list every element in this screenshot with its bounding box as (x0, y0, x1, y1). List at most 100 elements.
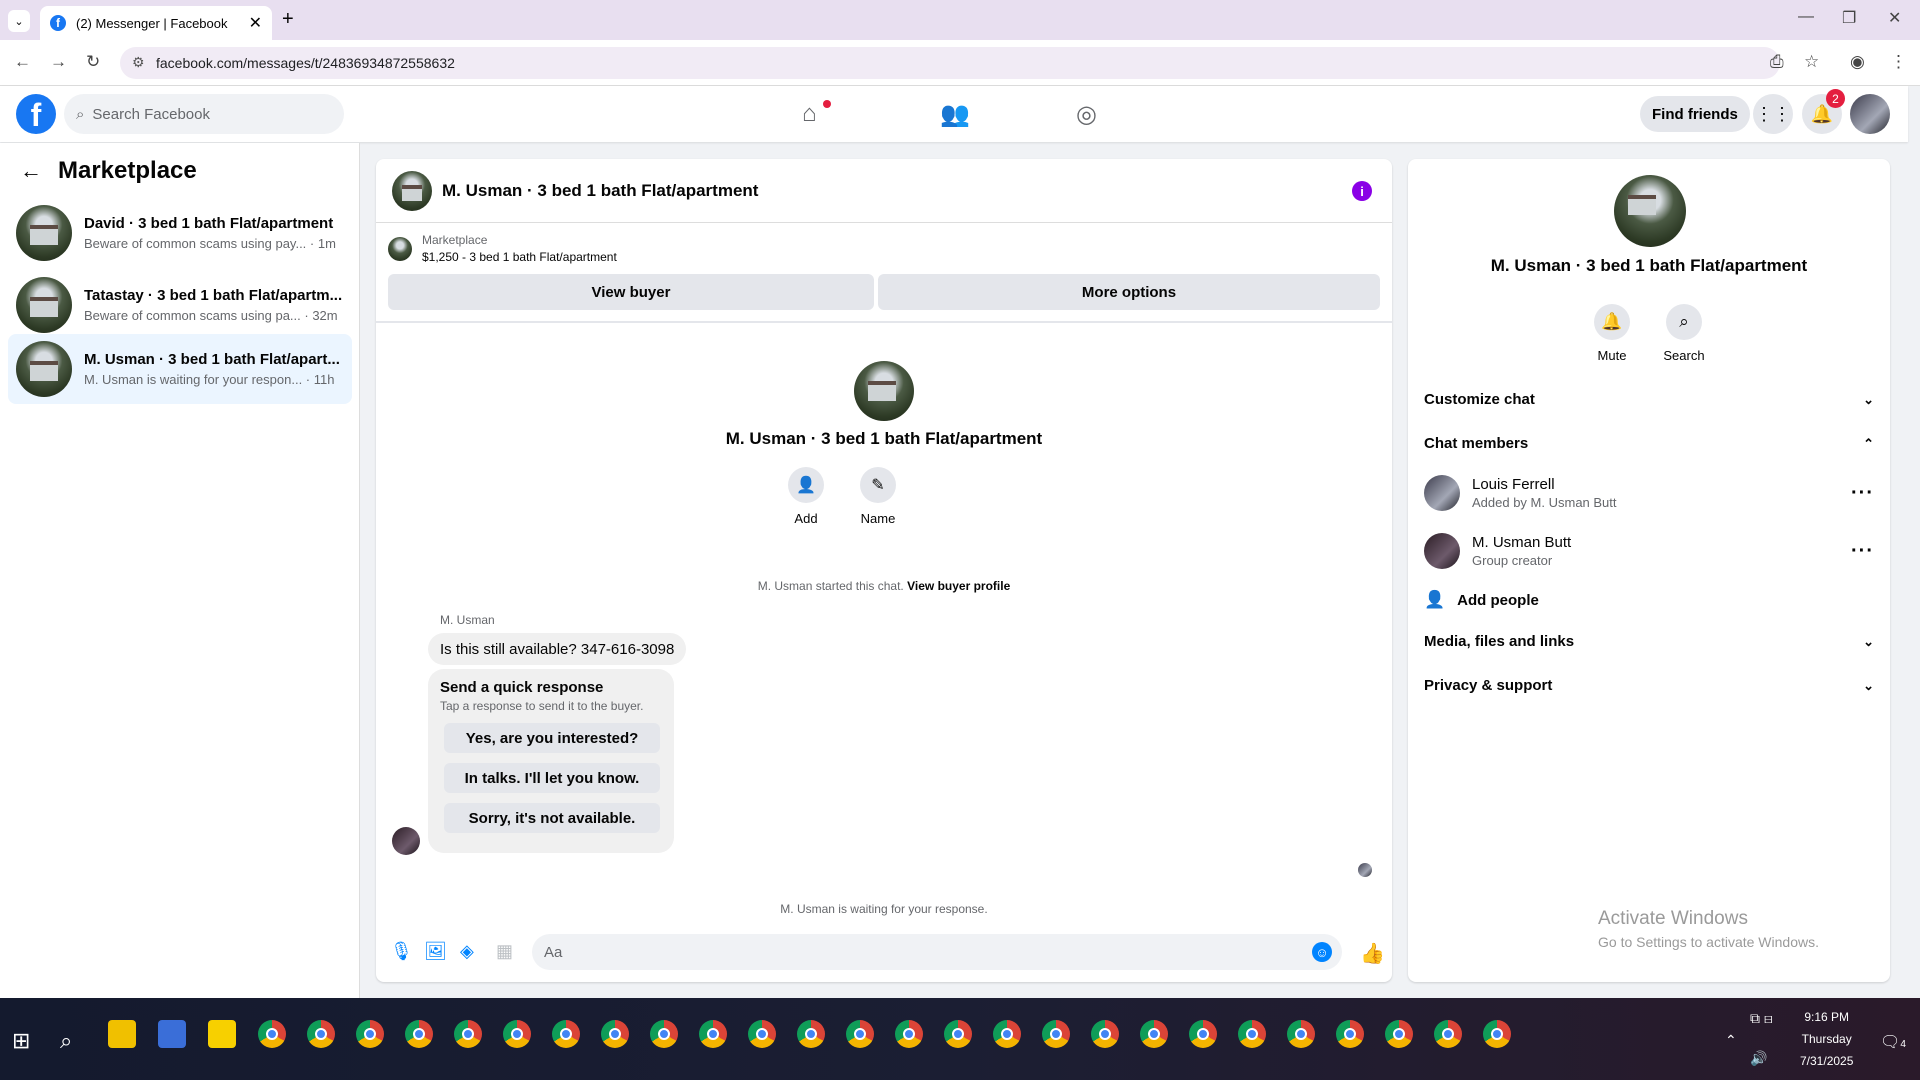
more-options-button[interactable]: More options (878, 274, 1380, 310)
forward-icon[interactable]: → (50, 52, 67, 72)
member-row[interactable]: M. Usman Butt Group creator ··· (1424, 529, 1874, 573)
chrome-window-icon[interactable] (846, 1020, 874, 1048)
details-title: M. Usman · 3 bed 1 bath Flat/apartment (1490, 256, 1808, 275)
customize-chat-section[interactable]: Customize chat ⌄ (1424, 391, 1874, 408)
mute-button[interactable]: 🔔 Mute (1582, 304, 1642, 363)
taskbar-clock[interactable]: 9:16 PM Thursday 7/31/2025 (1800, 1010, 1853, 1068)
chrome-window-icon[interactable] (650, 1020, 678, 1048)
windows-start-icon[interactable]: ⊞ (12, 1028, 30, 1054)
chrome-window-icon[interactable] (1385, 1020, 1413, 1048)
notification-center-icon[interactable]: 🗨4 (1880, 1032, 1906, 1052)
restore-icon[interactable]: ❐ (1842, 8, 1856, 28)
reload-icon[interactable]: ↻ (86, 52, 100, 72)
chrome-window-icon[interactable] (895, 1020, 923, 1048)
tab-close-icon[interactable]: ✕ (249, 13, 262, 33)
chrome-window-icon[interactable] (797, 1020, 825, 1048)
conversation-item-active[interactable]: M. Usman · 3 bed 1 bath Flat/apart... M.… (8, 334, 352, 404)
find-friends-button[interactable]: Find friends (1640, 96, 1750, 132)
thumbs-up-icon[interactable]: 👍 (1360, 941, 1385, 966)
tab-list-chevron-icon[interactable]: ⌄ (8, 10, 30, 32)
chrome-window-icon[interactable] (307, 1020, 335, 1048)
conversation-name: Tatastay · 3 bed 1 bath Flat/apartm... (84, 287, 343, 304)
chrome-window-icon[interactable] (503, 1020, 531, 1048)
bookmark-star-icon[interactable]: ☆ (1804, 52, 1819, 72)
chrome-window-icon[interactable] (1189, 1020, 1217, 1048)
app-icon[interactable] (158, 1020, 186, 1048)
chevron-down-icon: ⌄ (1863, 633, 1874, 649)
chrome-window-icon[interactable] (1336, 1020, 1364, 1048)
chrome-window-icon[interactable] (405, 1020, 433, 1048)
menu-grid-icon[interactable]: ⋮⋮ (1753, 94, 1793, 134)
emoji-icon[interactable]: ☺ (1312, 942, 1332, 962)
chrome-window-icon[interactable] (1140, 1020, 1168, 1048)
chat-members-section[interactable]: Chat members ⌃ (1424, 435, 1874, 452)
conversation-item[interactable]: David · 3 bed 1 bath Flat/apartment Bewa… (8, 198, 352, 268)
browser-tab[interactable]: f (2) Messenger | Facebook ✕ (40, 6, 272, 40)
info-icon[interactable]: i (1352, 181, 1372, 201)
chrome-window-icon[interactable] (944, 1020, 972, 1048)
sticky-notes-icon[interactable] (208, 1020, 236, 1048)
privacy-label: Privacy & support (1424, 677, 1553, 694)
chrome-window-icon[interactable] (601, 1020, 629, 1048)
back-arrow-icon[interactable]: ← (20, 158, 42, 184)
minimize-icon[interactable]: — (1798, 8, 1814, 26)
chrome-window-icon[interactable] (1238, 1020, 1266, 1048)
add-member-button[interactable]: 👤 Add (776, 467, 836, 526)
chrome-window-icon[interactable] (552, 1020, 580, 1048)
new-tab-icon[interactable]: + (282, 8, 294, 31)
message-input[interactable]: Aa ☺ (532, 934, 1342, 970)
privacy-section[interactable]: Privacy & support ⌄ (1424, 677, 1874, 694)
tray-icons[interactable]: ⧉ ⊟ (1750, 1010, 1773, 1027)
chrome-window-icon[interactable] (699, 1020, 727, 1048)
chrome-window-icon[interactable] (1287, 1020, 1315, 1048)
site-settings-icon[interactable]: ⚙ (132, 54, 145, 71)
media-section[interactable]: Media, files and links ⌄ (1424, 633, 1874, 650)
search-conversation-button[interactable]: ⌕ Search (1654, 304, 1714, 363)
browser-menu-icon[interactable]: ⋮ (1890, 52, 1907, 72)
account-avatar[interactable] (1850, 94, 1890, 134)
microphone-icon[interactable]: 🎙 (390, 941, 413, 962)
quick-response-button[interactable]: Yes, are you interested? (444, 723, 660, 753)
taskbar-search-icon[interactable]: ⌕ (60, 1028, 72, 1054)
facebook-search-input[interactable]: ⌕ Search Facebook (64, 94, 344, 134)
more-options-icon[interactable]: ··· (1851, 540, 1874, 563)
close-window-icon[interactable]: ✕ (1888, 8, 1901, 28)
listing-title: $1,250 - 3 bed 1 bath Flat/apartment (422, 250, 617, 264)
profile-icon[interactable]: ◉ (1850, 52, 1865, 72)
groups-icon[interactable]: ◎ (1076, 100, 1097, 129)
chrome-window-icon[interactable] (454, 1020, 482, 1048)
message-bubble[interactable]: Is this still available? 347-616-3098 (428, 633, 687, 665)
facebook-logo-icon[interactable]: f (16, 94, 56, 134)
member-row[interactable]: Louis Ferrell Added by M. Usman Butt ··· (1424, 471, 1874, 515)
rename-button[interactable]: ✎ Name (848, 467, 908, 526)
view-buyer-profile-link[interactable]: View buyer profile (907, 579, 1010, 593)
view-buyer-button[interactable]: View buyer (388, 274, 874, 310)
chrome-window-icon[interactable] (993, 1020, 1021, 1048)
url-input[interactable]: ⚙ facebook.com/messages/t/24836934872558… (120, 47, 1780, 79)
chrome-window-icon[interactable] (258, 1020, 286, 1048)
chrome-window-icon[interactable] (356, 1020, 384, 1048)
volume-icon[interactable]: 🔊 (1750, 1050, 1767, 1067)
chrome-window-icon[interactable] (1042, 1020, 1070, 1048)
chat-avatar[interactable] (392, 170, 432, 211)
conversation-item[interactable]: Tatastay · 3 bed 1 bath Flat/apartm... B… (8, 270, 352, 340)
chrome-window-icon[interactable] (1434, 1020, 1462, 1048)
quick-response-button[interactable]: Sorry, it's not available. (444, 803, 660, 833)
home-icon[interactable]: ⌂ (802, 100, 817, 128)
friends-icon[interactable]: 👥 (940, 100, 970, 129)
sender-avatar[interactable] (392, 827, 420, 855)
more-options-icon[interactable]: ··· (1851, 482, 1874, 505)
back-icon[interactable]: ← (14, 52, 31, 72)
quick-response-button[interactable]: In talks. I'll let you know. (444, 763, 660, 793)
gif-icon[interactable]: ▦ (496, 941, 513, 962)
add-people-button[interactable]: 👤 Add people (1424, 590, 1874, 610)
sticker-icon[interactable]: ◈ (460, 941, 474, 962)
chrome-window-icon[interactable] (1091, 1020, 1119, 1048)
chrome-window-icon[interactable] (748, 1020, 776, 1048)
install-app-icon[interactable]: ⎙ (1770, 52, 1784, 72)
tray-chevron-icon[interactable]: ⌃ (1725, 1032, 1737, 1049)
chrome-window-icon[interactable] (1483, 1020, 1511, 1048)
file-explorer-icon[interactable] (108, 1020, 136, 1048)
photo-icon[interactable]: 🖼 (424, 941, 447, 962)
listing-summary[interactable]: Marketplace $1,250 - 3 bed 1 bath Flat/a… (388, 233, 617, 264)
